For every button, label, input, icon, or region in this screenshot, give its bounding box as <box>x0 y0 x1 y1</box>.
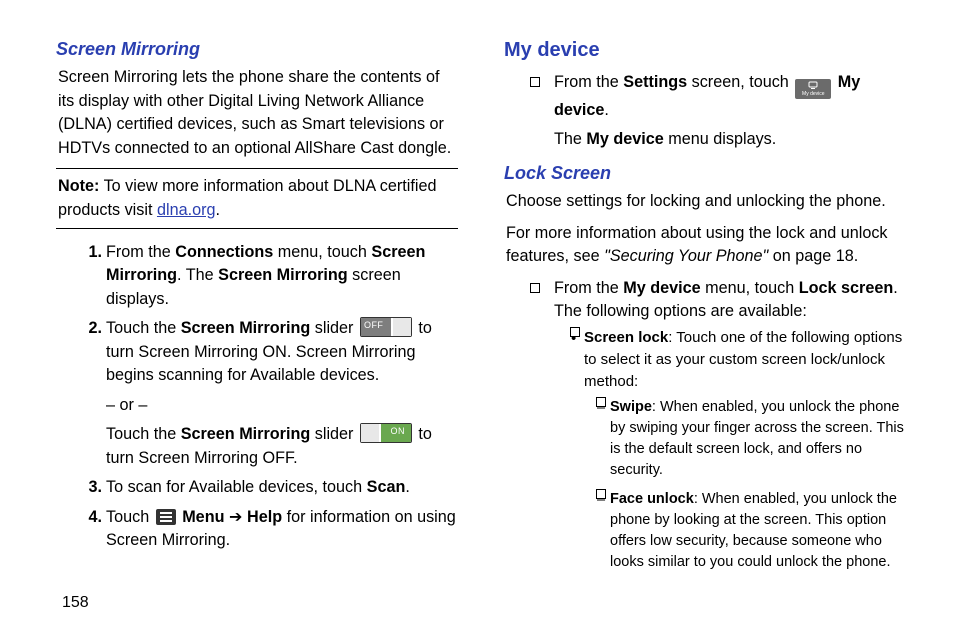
page-number: 158 <box>62 594 89 612</box>
step-number: 2. <box>82 317 102 340</box>
my-device-icon: My device <box>795 79 831 99</box>
slider-off-icon <box>360 317 412 337</box>
slider-on-icon <box>360 423 412 443</box>
steps-list-cont: 3. To scan for Available devices, touch … <box>82 476 458 552</box>
step-number: 3. <box>82 476 102 499</box>
step-3: 3. To scan for Available devices, touch … <box>82 476 458 499</box>
note-box: Note: To view more information about DLN… <box>56 168 458 229</box>
lock-intro: Choose settings for locking and unlockin… <box>506 190 906 213</box>
screen-mirroring-heading: Screen Mirroring <box>56 36 458 62</box>
step-2: 2. Touch the Screen Mirroring slider to … <box>82 317 458 387</box>
my-device-heading: My device <box>504 36 906 65</box>
lock-more: For more information about using the loc… <box>506 222 906 269</box>
list-item: From the Settings screen, touch My devic… <box>530 71 906 152</box>
dlna-link[interactable]: dlna.org <box>157 201 216 219</box>
step-1: 1. From the Connections menu, touch Scre… <box>82 241 458 311</box>
my-device-bullet: From the Settings screen, touch My devic… <box>530 71 906 152</box>
page-content: Screen Mirroring Screen Mirroring lets t… <box>0 0 954 596</box>
step-2-or: – or – <box>106 394 458 417</box>
lock-screen-heading: Lock Screen <box>504 160 906 186</box>
step-number: 1. <box>82 241 102 264</box>
note-label: Note: <box>58 177 99 195</box>
step-number: 4. <box>82 506 102 529</box>
note-after: . <box>215 201 220 219</box>
list-item: Swipe: When enabled, you unlock the phon… <box>596 397 906 481</box>
step-4: 4. Touch Menu ➔ Help for information on … <box>82 506 458 553</box>
note-text: To view more information about DLNA cert… <box>58 177 437 218</box>
steps-list: 1. From the Connections menu, touch Scre… <box>82 241 458 388</box>
step-2-alt: Touch the Screen Mirroring slider to tur… <box>106 423 458 470</box>
menu-icon <box>156 509 176 525</box>
screen-mirroring-intro: Screen Mirroring lets the phone share th… <box>58 66 458 160</box>
